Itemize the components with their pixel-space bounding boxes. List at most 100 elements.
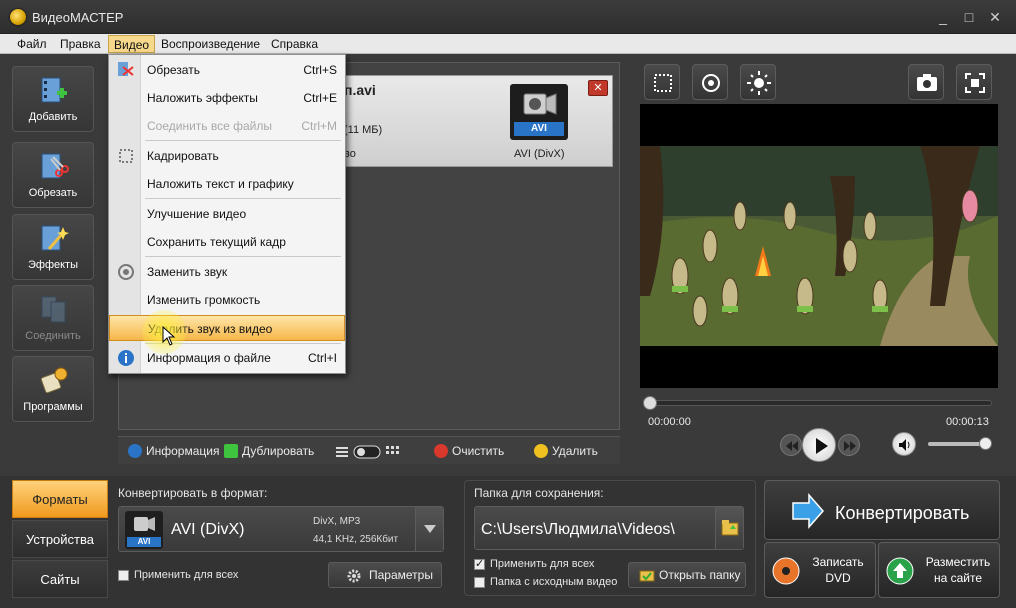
window-title: ВидеоМАСТЕР [32, 10, 124, 25]
menu-item-volume-label: Изменить громкость [147, 293, 261, 307]
enhance-preview-button[interactable] [692, 64, 728, 100]
menu-help[interactable]: Справка [266, 35, 323, 53]
menu-item-replace-sound[interactable]: Заменить звук [109, 259, 345, 285]
menu-edit[interactable]: Правка [55, 35, 106, 53]
cartoon-scene-image [640, 146, 998, 346]
delete-button[interactable]: Удалить [534, 443, 598, 459]
save-folder-label: Папка для сохранения: [474, 486, 604, 500]
publish-line2: на сайте [933, 571, 983, 585]
menu-item-volume[interactable]: Изменить громкость [109, 287, 345, 313]
publish-button[interactable]: Разместить на сайте [878, 542, 1000, 598]
remove-file-button[interactable]: ✕ [588, 80, 608, 96]
title-bar: ВидеоМАСТЕР _ □ ✕ [0, 0, 1016, 34]
maximize-button[interactable]: □ [960, 8, 978, 26]
burn-dvd-button[interactable]: Записать DVD [764, 542, 876, 598]
duplicate-button[interactable]: Дублировать [224, 443, 314, 459]
rewind-icon [786, 441, 798, 451]
play-icon [816, 438, 828, 454]
file-toolbar: Информация Дублировать Очистить Удалить [118, 436, 620, 464]
current-time: 00:00:00 [648, 416, 691, 428]
menu-item-crop-label: Кадрировать [147, 149, 219, 163]
next-button[interactable] [838, 434, 860, 456]
menu-item-join-all[interactable]: Соединить все файлы Ctrl+M [109, 113, 345, 139]
effects-button-label: Эффекты [27, 259, 78, 271]
preview-toolbar [640, 62, 998, 102]
effects-button[interactable]: Эффекты [12, 214, 94, 280]
menu-item-enhance-label: Улучшение видео [147, 207, 247, 221]
info-button-label: Информация [146, 444, 220, 458]
seek-bar[interactable] [643, 396, 992, 410]
parameters-button[interactable]: Параметры [328, 562, 442, 588]
info-button[interactable]: Информация [128, 443, 219, 459]
menu-item-trim[interactable]: Обрезать Ctrl+S [109, 57, 345, 83]
menu-item-save-frame[interactable]: Сохранить текущий кадр [109, 229, 345, 255]
menu-item-file-info[interactable]: Информация о файле Ctrl+I [109, 345, 345, 371]
previous-button[interactable] [780, 434, 802, 456]
menu-separator [145, 256, 341, 257]
seek-handle[interactable] [643, 396, 657, 410]
fast-forward-icon [844, 441, 856, 451]
tab-sites[interactable]: Сайты [12, 560, 108, 598]
film-add-icon [41, 77, 67, 103]
camera-snapshot-icon [917, 74, 937, 91]
apply-all-folder-checkbox[interactable] [474, 557, 485, 570]
menu-video[interactable]: Видео [108, 35, 156, 53]
programs-button[interactable]: Программы [12, 356, 94, 422]
clear-button[interactable]: Очистить [434, 443, 504, 459]
file-name: п.avi [344, 82, 376, 98]
open-folder-icon [639, 570, 655, 582]
menu-playback[interactable]: Воспроизведение [156, 35, 265, 53]
file-format-label: AVI (DivX) [514, 148, 565, 160]
tab-formats[interactable]: Форматы [12, 480, 108, 518]
menu-file[interactable]: Файл [12, 35, 52, 53]
volume-handle[interactable] [979, 437, 992, 450]
menu-item-effects-shortcut: Ctrl+E [303, 91, 337, 105]
format-dropdown-button[interactable] [415, 507, 443, 551]
tab-devices[interactable]: Устройства [12, 520, 108, 558]
snapshot-button[interactable] [908, 64, 944, 100]
convert-arrow-icon [792, 493, 824, 529]
play-button[interactable] [802, 428, 836, 462]
open-folder-button[interactable]: Открыть папку [628, 562, 746, 588]
trim-button[interactable]: Обрезать [12, 142, 94, 208]
volume-slider[interactable] [928, 437, 992, 450]
brightness-icon [747, 71, 771, 95]
format-audio-spec: 44,1 KHz, 256Кбит [313, 534, 399, 545]
burn-dvd-line1: Записать [812, 555, 864, 569]
save-path-field[interactable]: C:\Users\Людмила\Videos\ [474, 506, 744, 550]
menu-item-text-graphics[interactable]: Наложить текст и графику [109, 171, 345, 197]
clear-button-label: Очистить [452, 444, 505, 458]
join-button[interactable]: Соединить [12, 285, 94, 351]
add-button[interactable]: Добавить [12, 66, 94, 132]
menu-item-join-all-shortcut: Ctrl+M [301, 119, 337, 133]
parameters-button-label: Параметры [369, 568, 433, 582]
source-folder-checkbox[interactable] [474, 577, 485, 588]
view-toggle[interactable] [336, 443, 402, 459]
fullscreen-button[interactable] [956, 64, 992, 100]
trim-button-label: Обрезать [28, 187, 78, 199]
crop-preview-button[interactable] [644, 64, 680, 100]
menu-bar: Файл Правка Видео Воспроизведение Справк… [0, 34, 1016, 54]
delete-icon [534, 444, 548, 458]
add-button-label: Добавить [28, 111, 78, 123]
format-selector[interactable]: AVI AVI (DivX) DivX, MP3 44,1 KHz, 256Кб… [118, 506, 444, 552]
brightness-button[interactable] [740, 64, 776, 100]
burn-dvd-line2: DVD [825, 571, 851, 585]
browse-folder-button[interactable] [715, 507, 743, 549]
minimize-button[interactable]: _ [934, 8, 952, 26]
clear-icon [434, 444, 448, 458]
crop-icon [119, 149, 133, 163]
apply-all-format-checkbox[interactable] [118, 570, 129, 581]
menu-item-crop[interactable]: Кадрировать [109, 143, 345, 169]
duplicate-button-label: Дублировать [242, 444, 315, 458]
menu-item-effects[interactable]: Наложить эффекты Ctrl+E [109, 85, 345, 111]
close-button[interactable]: ✕ [986, 8, 1004, 26]
folder-icon [721, 520, 739, 536]
camera-icon [523, 93, 557, 115]
menu-item-effects-label: Наложить эффекты [147, 91, 258, 105]
file-card[interactable]: п.avi (11 МБ) во AVI AVI (DivX) ✕ [339, 75, 613, 167]
video-preview[interactable] [640, 104, 998, 388]
menu-item-enhance[interactable]: Улучшение видео [109, 201, 345, 227]
mute-button[interactable] [892, 432, 916, 456]
convert-button[interactable]: Конвертировать [764, 480, 1000, 540]
